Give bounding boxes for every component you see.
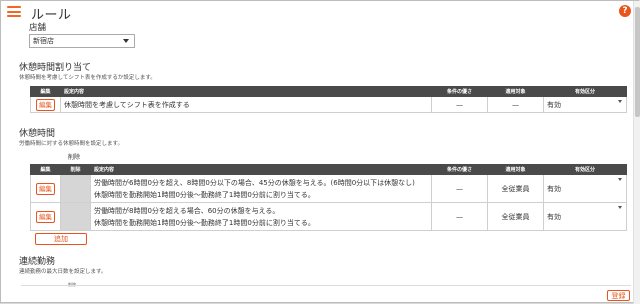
column-header-content: 設定内容: [60, 86, 432, 97]
status-dropdown[interactable]: 有効: [543, 96, 627, 113]
edit-button[interactable]: 編集: [36, 210, 55, 223]
target-cell: —: [487, 96, 544, 113]
store-label: 店舗: [29, 23, 47, 33]
column-header-content: 設定内容: [90, 164, 432, 175]
column-header-condition: 条件の優さ: [431, 86, 488, 97]
table-header-row: 編集 設定内容 条件の優さ 適用対象 有効区分: [30, 86, 627, 97]
section-break-assignment-title: 休憩時間割り当て: [19, 63, 92, 73]
status-value: 有効: [547, 100, 561, 109]
content-cell: 労働時間が8時間0分を超える場合、60分の休憩を与える。 休憩時間を勤務開始1時…: [90, 202, 432, 231]
content-line-2: 休憩時間を勤務開始1時間0分後〜勤務終了1時間0分前に割り当てる。: [94, 190, 315, 199]
condition-cell: —: [431, 174, 488, 203]
edit-button[interactable]: 編集: [36, 182, 55, 195]
status-value: 有効: [547, 184, 561, 193]
content-line-2: 休憩時間を勤務開始1時間0分後〜勤務終了1時間0分前に割り当てる。: [94, 218, 315, 227]
column-header-edit: 編集: [30, 164, 61, 175]
section-consecutive-work-description: 連続勤務の最大日数を設定します。: [19, 269, 107, 275]
store-select-value: 新宿店: [33, 37, 54, 45]
column-header-delete: 削除: [60, 164, 91, 175]
column-header-status: 有効区分: [543, 164, 627, 175]
column-header-target: 適用対象: [487, 86, 544, 97]
content-cell: 労働時間が6時間0分を超え、8時間0分以下の場合、45分の休憩を与える。(6時間…: [90, 174, 432, 203]
delete-checkbox-cell[interactable]: [60, 174, 91, 203]
edit-button[interactable]: 編集: [36, 98, 55, 111]
table-header-row: 編集 削除 設定内容 条件の優さ 適用対象 有効区分: [30, 164, 627, 175]
column-header-edit: 編集: [30, 86, 61, 97]
status-value: 有効: [547, 212, 561, 221]
column-header-condition: 条件の優さ: [431, 164, 488, 175]
edit-cell: 編集: [30, 202, 61, 231]
column-header-target: 適用対象: [487, 164, 544, 175]
content-line-1: 労働時間が8時間0分を超える場合、60分の休憩を与える。: [94, 206, 280, 215]
condition-cell: —: [431, 96, 488, 113]
table-row: 編集 休憩時間を考慮してシフト表を作成する — — 有効: [30, 96, 627, 113]
table-row: 編集 労働時間が8時間0分を超える場合、60分の休憩を与える。 休憩時間を勤務開…: [30, 202, 627, 231]
edit-cell: 編集: [30, 174, 61, 203]
chevron-down-icon: [618, 178, 622, 181]
delete-checkbox-cell[interactable]: [60, 202, 91, 231]
chevron-down-icon: [618, 100, 622, 103]
chevron-down-icon: [123, 39, 129, 43]
break-assignment-table: 編集 設定内容 条件の優さ 適用対象 有効区分 編集 休憩時間を考慮してシフト表…: [30, 86, 627, 113]
help-icon[interactable]: ?: [619, 5, 631, 17]
store-select[interactable]: 新宿店: [29, 34, 135, 48]
vertical-scrollbar[interactable]: [633, 1, 640, 304]
app-window: ルール ? 店舗 新宿店 休憩時間割り当て 休憩時間を考慮してシフト表を作成する…: [0, 0, 640, 304]
top-bar: ルール ?: [1, 1, 633, 23]
section-break-time-description: 労働時間に対する休憩時間を設定します。: [19, 141, 123, 147]
target-cell: 全従業員: [487, 174, 544, 203]
save-button[interactable]: 登録: [607, 290, 630, 301]
add-button[interactable]: 追加: [35, 233, 87, 245]
scrollbar-thumb[interactable]: [635, 7, 640, 117]
condition-cell: —: [431, 202, 488, 231]
target-cell: 全従業員: [487, 202, 544, 231]
status-dropdown[interactable]: 有効: [543, 174, 627, 203]
edit-cell: 編集: [30, 96, 61, 113]
section-break-assignment-description: 休憩時間を考慮してシフト表を作成するか設定します。: [19, 75, 156, 81]
column-header-status: 有効区分: [543, 86, 627, 97]
chevron-down-icon: [618, 206, 622, 209]
section-break-time-title: 休憩時間: [19, 129, 56, 139]
bulk-delete-label: 削除: [68, 154, 81, 161]
status-dropdown[interactable]: 有効: [543, 202, 627, 231]
menu-icon[interactable]: [7, 6, 21, 17]
break-time-table: 編集 削除 設定内容 条件の優さ 適用対象 有効区分 編集 労働時間が6時間0分…: [30, 164, 627, 231]
content-line-1: 労働時間が6時間0分を超え、8時間0分以下の場合、45分の休憩を与える。(6時間…: [94, 178, 415, 187]
content-cell: 休憩時間を考慮してシフト表を作成する: [60, 96, 432, 113]
divider: [21, 285, 631, 286]
section-consecutive-work-title: 連続勤務: [19, 257, 56, 267]
table-row: 編集 労働時間が6時間0分を超え、8時間0分以下の場合、45分の休憩を与える。(…: [30, 174, 627, 203]
